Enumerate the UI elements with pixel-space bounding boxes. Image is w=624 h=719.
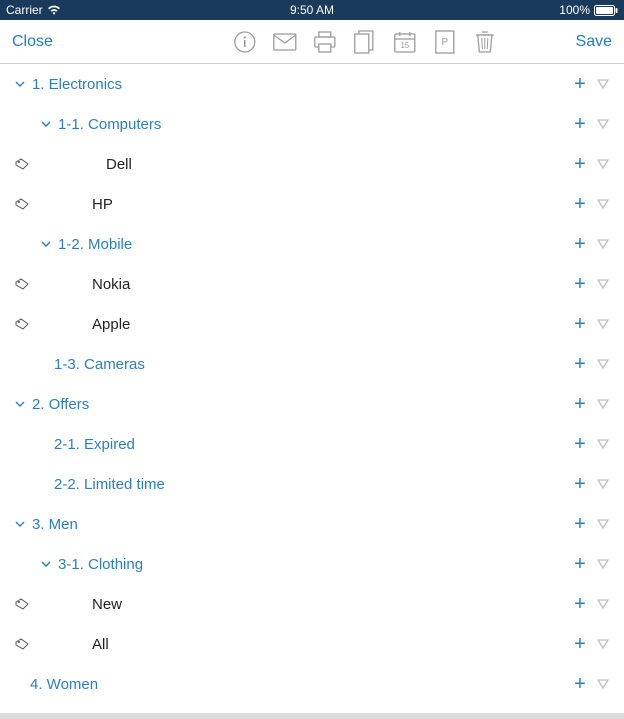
chevron-down-icon[interactable]: [14, 79, 26, 89]
status-bar: Carrier 9:50 AM 100%: [0, 0, 624, 20]
item-row[interactable]: Nokia +: [0, 264, 624, 304]
row-label: 3. Men: [32, 516, 78, 533]
expand-triangle-icon[interactable]: [592, 599, 614, 609]
trash-icon[interactable]: [473, 30, 497, 54]
calendar-icon[interactable]: 15: [393, 30, 417, 54]
status-left: Carrier: [6, 3, 61, 17]
expand-triangle-icon[interactable]: [592, 79, 614, 89]
subcategory-row[interactable]: 3-1. Clothing +: [0, 544, 624, 584]
add-button[interactable]: +: [568, 113, 592, 136]
add-button[interactable]: +: [568, 153, 592, 176]
expand-triangle-icon[interactable]: [592, 639, 614, 649]
tree-list: 1. Electronics + 1-1. Computers + Dell +…: [0, 64, 624, 719]
toolbar: Close 15 P Save: [0, 20, 624, 64]
add-button[interactable]: +: [568, 313, 592, 336]
carrier-label: Carrier: [6, 3, 43, 17]
add-button[interactable]: +: [568, 673, 592, 696]
tag-icon: [14, 638, 30, 650]
row-label: 2-1. Expired: [54, 436, 135, 453]
chevron-down-icon[interactable]: [40, 119, 52, 129]
chevron-down-icon[interactable]: [14, 399, 26, 409]
mail-icon[interactable]: [273, 30, 297, 54]
tag-icon: [14, 158, 30, 170]
chevron-down-icon[interactable]: [40, 239, 52, 249]
chevron-down-icon[interactable]: [40, 559, 52, 569]
expand-triangle-icon[interactable]: [592, 479, 614, 489]
subcategory-row[interactable]: 2-1. Expired +: [0, 424, 624, 464]
expand-triangle-icon[interactable]: [592, 199, 614, 209]
row-label: 1. Electronics: [32, 76, 122, 93]
item-row[interactable]: Apple +: [0, 304, 624, 344]
subcategory-row[interactable]: 1-2. Mobile +: [0, 224, 624, 264]
item-row[interactable]: All +: [0, 624, 624, 664]
row-label: Nokia: [92, 276, 130, 293]
row-label: 4. Women: [30, 676, 98, 693]
print-icon[interactable]: [313, 30, 337, 54]
save-button[interactable]: Save: [576, 33, 612, 51]
row-label: All: [92, 636, 109, 653]
subcategory-row[interactable]: 2-2. Limited time +: [0, 464, 624, 504]
expand-triangle-icon[interactable]: [592, 559, 614, 569]
battery-icon: [594, 5, 618, 16]
svg-text:15: 15: [400, 41, 409, 50]
expand-triangle-icon[interactable]: [592, 439, 614, 449]
subcategory-row[interactable]: 1-3. Cameras +: [0, 344, 624, 384]
battery-percent: 100%: [559, 3, 590, 17]
expand-triangle-icon[interactable]: [592, 279, 614, 289]
tag-icon: [14, 278, 30, 290]
category-row[interactable]: 2. Offers +: [0, 384, 624, 424]
wifi-icon: [47, 5, 61, 15]
row-label: 1-1. Computers: [58, 116, 161, 133]
expand-triangle-icon[interactable]: [592, 519, 614, 529]
add-button[interactable]: +: [568, 353, 592, 376]
row-label: 1-2. Mobile: [58, 236, 132, 253]
add-button[interactable]: +: [568, 393, 592, 416]
row-label: 1-3. Cameras: [54, 356, 145, 373]
category-row[interactable]: 4. Women +: [0, 664, 624, 704]
info-icon[interactable]: [233, 30, 257, 54]
chevron-down-icon[interactable]: [14, 519, 26, 529]
expand-triangle-icon[interactable]: [592, 159, 614, 169]
row-label: Apple: [92, 316, 130, 333]
status-right: 100%: [559, 3, 618, 17]
page-icon[interactable]: P: [433, 30, 457, 54]
item-row[interactable]: New +: [0, 584, 624, 624]
close-button[interactable]: Close: [12, 33, 53, 51]
svg-text:P: P: [441, 37, 448, 48]
add-button[interactable]: +: [568, 553, 592, 576]
tag-icon: [14, 198, 30, 210]
row-label: New: [92, 596, 122, 613]
add-button[interactable]: +: [568, 193, 592, 216]
expand-triangle-icon[interactable]: [592, 119, 614, 129]
row-label: 2-2. Limited time: [54, 476, 165, 493]
add-button[interactable]: +: [568, 273, 592, 296]
add-button[interactable]: +: [568, 593, 592, 616]
item-row[interactable]: Dell +: [0, 144, 624, 184]
add-button[interactable]: +: [568, 73, 592, 96]
category-row[interactable]: 3. Men +: [0, 504, 624, 544]
toolbar-icons: 15 P: [233, 30, 497, 54]
status-time: 9:50 AM: [290, 3, 334, 17]
copy-icon[interactable]: [353, 30, 377, 54]
tag-icon: [14, 598, 30, 610]
row-label: 2. Offers: [32, 396, 89, 413]
add-button[interactable]: +: [568, 473, 592, 496]
add-button[interactable]: +: [568, 433, 592, 456]
add-button[interactable]: +: [568, 633, 592, 656]
add-button[interactable]: +: [568, 233, 592, 256]
expand-triangle-icon[interactable]: [592, 399, 614, 409]
row-label: Dell: [92, 156, 132, 173]
expand-triangle-icon[interactable]: [592, 319, 614, 329]
expand-triangle-icon[interactable]: [592, 359, 614, 369]
expand-triangle-icon[interactable]: [592, 239, 614, 249]
category-row[interactable]: 1. Electronics +: [0, 64, 624, 104]
tag-icon: [14, 318, 30, 330]
expand-triangle-icon[interactable]: [592, 679, 614, 689]
add-button[interactable]: +: [568, 513, 592, 536]
row-label: HP: [92, 196, 113, 213]
subcategory-row[interactable]: 1-1. Computers +: [0, 104, 624, 144]
row-label: 3-1. Clothing: [58, 556, 143, 573]
bottom-border: [0, 713, 624, 719]
item-row[interactable]: HP +: [0, 184, 624, 224]
